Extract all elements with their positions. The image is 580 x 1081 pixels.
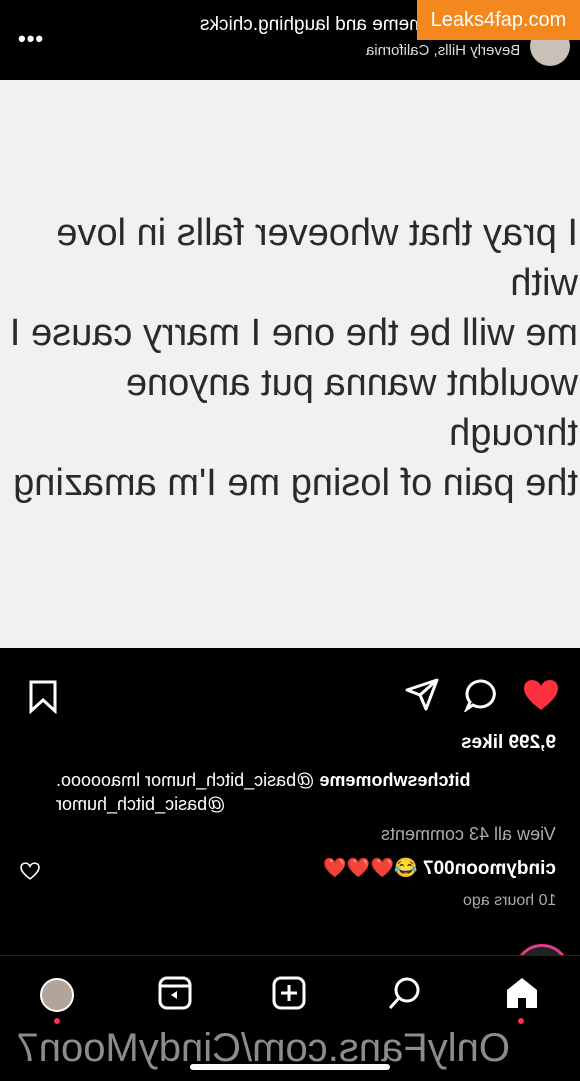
comment-like-heart-icon[interactable]	[20, 862, 40, 880]
watermark-top: Leaks4fap.com	[417, 0, 580, 40]
comment-username[interactable]: cindymoon007	[423, 858, 556, 879]
search-icon[interactable]	[388, 976, 422, 1015]
nav-profile-avatar[interactable]	[40, 978, 74, 1012]
caption-username[interactable]: bitcheswhomeme	[319, 770, 470, 790]
more-options-icon[interactable]: •••	[18, 26, 48, 51]
home-indicator[interactable]	[190, 1064, 390, 1070]
reels-icon[interactable]	[158, 976, 192, 1015]
liked-heart-icon[interactable]	[522, 678, 560, 717]
home-active-dot	[518, 1018, 524, 1024]
post-caption: bitcheswhomeme @basic_bitch_humor lmaooo…	[56, 768, 556, 816]
home-icon[interactable]	[504, 976, 540, 1015]
post-timestamp: 10 hours ago	[462, 892, 556, 909]
like-count[interactable]: 9,299 likes	[461, 732, 556, 754]
caption-text: @basic_bitch_humor lmaooooo. @basic_bitc…	[56, 770, 320, 814]
comment-icon[interactable]	[463, 678, 500, 717]
post-location[interactable]: Beverly Hills, California	[366, 42, 520, 59]
bookmark-icon[interactable]	[28, 680, 58, 719]
top-comment: cindymoon007 😂❤️❤️❤️	[323, 856, 556, 880]
view-all-comments-link[interactable]: View all 43 comments	[381, 824, 556, 845]
post-image[interactable]: I pray that whoever falls in love with m…	[0, 80, 580, 720]
comment-text: 😂❤️❤️❤️	[323, 858, 423, 879]
create-icon[interactable]	[272, 976, 306, 1015]
profile-notification-dot	[54, 1018, 60, 1024]
post-text: I pray that whoever falls in love with m…	[9, 212, 578, 504]
share-icon[interactable]	[404, 678, 440, 717]
